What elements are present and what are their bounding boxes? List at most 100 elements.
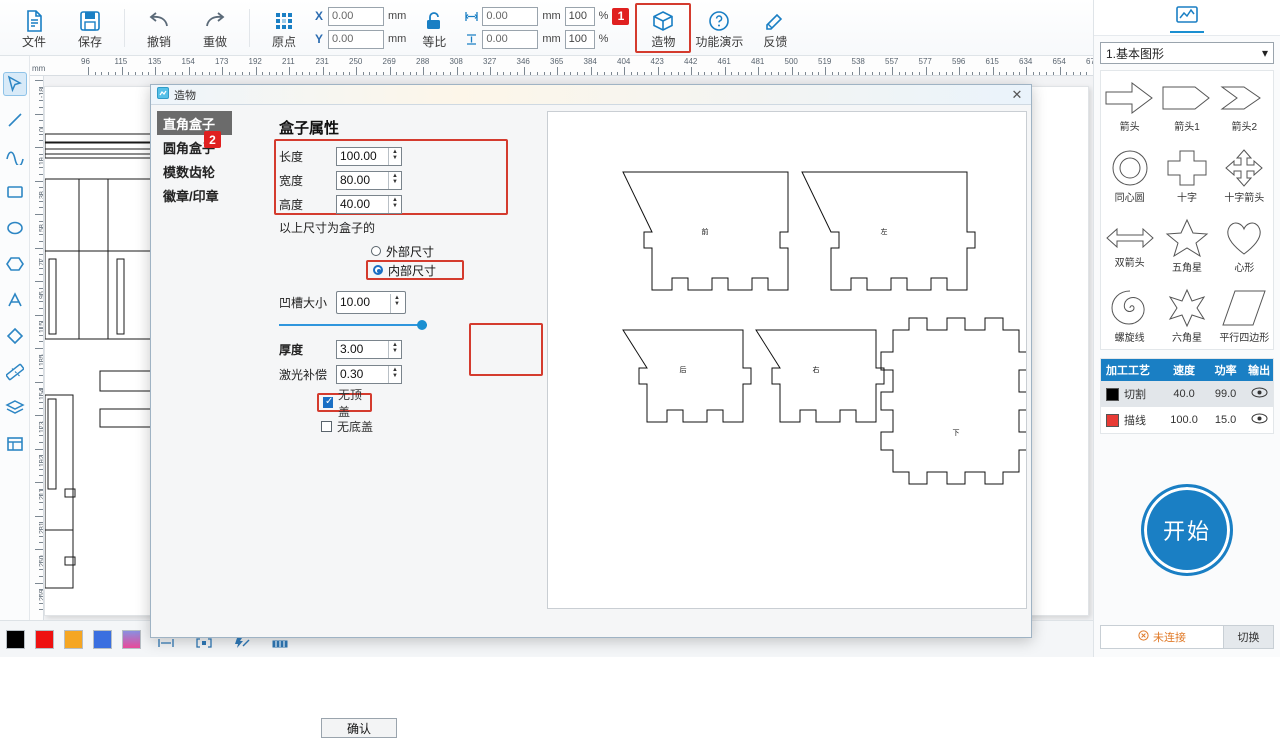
select-tool[interactable] xyxy=(3,72,27,96)
layer-color-chip[interactable] xyxy=(1106,388,1119,401)
save-button[interactable]: 保存 xyxy=(62,3,118,53)
color-swatch[interactable] xyxy=(64,630,83,649)
tab-modulus-gear[interactable]: 模数齿轮 xyxy=(157,159,232,183)
ellipse-tool[interactable] xyxy=(3,216,27,240)
slider-knob[interactable] xyxy=(417,320,427,330)
outer-dimension-option[interactable]: 外部尺寸 xyxy=(241,242,541,260)
layer-power-cell[interactable]: 99.0 xyxy=(1206,388,1246,400)
switch-device-button[interactable]: 切换 xyxy=(1223,626,1273,648)
no-top-cover-option[interactable]: 无顶盖 xyxy=(317,393,372,412)
demo-button[interactable]: 功能演示 xyxy=(691,3,747,53)
curve-tool[interactable] xyxy=(3,144,27,168)
frame-tool[interactable] xyxy=(3,432,27,456)
layer-power-cell[interactable]: 15.0 xyxy=(1206,414,1246,426)
shape-item-four-way-arrow[interactable]: 十字箭头 xyxy=(1216,141,1273,211)
layer-speed-cell[interactable]: 40.0 xyxy=(1162,388,1205,400)
shape-item-star5[interactable]: 五角星 xyxy=(1158,211,1215,281)
layers-tool[interactable] xyxy=(3,396,27,420)
library-tab[interactable] xyxy=(1170,3,1204,33)
color-swatch[interactable] xyxy=(35,630,54,649)
origin-button[interactable]: 原点 xyxy=(256,3,312,53)
height-input[interactable]: 0.00 xyxy=(482,30,538,49)
ruler-tick xyxy=(35,482,43,483)
origin-x-input[interactable]: 0.00 xyxy=(328,7,384,26)
tab-badge-stamp[interactable]: 徽章/印章 xyxy=(157,183,232,207)
notch-size-input[interactable]: 10.00 ▲▼ xyxy=(336,291,406,314)
color-swatch[interactable] xyxy=(122,630,141,649)
width-input[interactable]: 80.00 ▲▼ xyxy=(336,171,402,190)
scale-lock-button[interactable]: 等比 xyxy=(406,3,462,53)
length-stepper[interactable]: ▲▼ xyxy=(388,148,401,165)
align-width-icon[interactable] xyxy=(158,637,174,651)
shape-item-double-arrow[interactable]: 双箭头 xyxy=(1101,211,1158,281)
horizontal-ruler[interactable]: mm96115135154173192211231250269288308327… xyxy=(30,56,1093,76)
width-input[interactable]: 0.00 xyxy=(482,7,538,26)
length-input[interactable]: 100.00 ▲▼ xyxy=(336,147,402,166)
outer-dimension-radio[interactable] xyxy=(371,246,381,256)
layer-color-chip[interactable] xyxy=(1106,414,1119,427)
no-bottom-cover-option[interactable]: 无底盖 xyxy=(241,418,541,435)
measure-tool[interactable] xyxy=(3,360,27,384)
shape-grid[interactable]: 箭头 箭头1 箭头2 同心圆 十字 十字箭头 双箭头 五角星 xyxy=(1100,70,1274,350)
layer-speed-cell[interactable]: 100.0 xyxy=(1162,414,1205,426)
ruler-tick xyxy=(39,442,43,443)
notch-size-slider[interactable] xyxy=(279,319,427,331)
no-top-cover-checkbox[interactable] xyxy=(323,397,333,408)
kerf-input[interactable]: 0.30 ▲▼ xyxy=(336,365,402,384)
layer-row[interactable]: 描线 100.0 15.0 xyxy=(1101,407,1273,433)
thickness-input[interactable]: 3.00 ▲▼ xyxy=(336,340,402,359)
create-object-button[interactable]: 造物 xyxy=(635,3,691,53)
width-stepper[interactable]: ▲▼ xyxy=(388,172,401,189)
grid-icon[interactable] xyxy=(272,637,288,651)
undo-button[interactable]: 撤销 xyxy=(131,3,187,53)
redo-label: 重做 xyxy=(203,36,227,48)
feedback-button[interactable]: 反馈 xyxy=(747,3,803,53)
origin-y-input[interactable]: 0.00 xyxy=(328,30,384,49)
shape-item-arrow1[interactable]: 箭头1 xyxy=(1158,71,1215,141)
shape-item-arrow2[interactable]: 箭头2 xyxy=(1216,71,1273,141)
no-bottom-cover-checkbox[interactable] xyxy=(321,421,332,432)
preview-part-label: 右 xyxy=(813,365,820,374)
thickness-stepper[interactable]: ▲▼ xyxy=(388,341,401,358)
bracket-icon[interactable] xyxy=(196,637,212,651)
inner-dimension-radio[interactable] xyxy=(373,265,383,275)
shape-tool[interactable] xyxy=(3,324,27,348)
save-label: 保存 xyxy=(78,36,102,48)
width-percent-input[interactable]: 100 xyxy=(565,7,595,26)
confirm-button[interactable]: 确认 xyxy=(321,718,397,738)
shape-item-star6[interactable]: 六角星 xyxy=(1158,281,1215,350)
polygon-tool[interactable] xyxy=(3,252,27,276)
text-tool[interactable] xyxy=(3,288,27,312)
color-swatch[interactable] xyxy=(93,630,112,649)
shape-item-concentric-circle[interactable]: 同心圆 xyxy=(1101,141,1158,211)
eye-icon[interactable] xyxy=(1245,413,1273,427)
eye-icon[interactable] xyxy=(1245,387,1273,401)
start-button[interactable]: 开始 xyxy=(1141,484,1233,576)
color-swatch[interactable] xyxy=(6,630,25,649)
shape-item-heart[interactable]: 心形 xyxy=(1216,211,1273,281)
rectangle-tool[interactable] xyxy=(3,180,27,204)
shape-item-spiral[interactable]: 螺旋线 xyxy=(1101,281,1158,350)
shape-category-select[interactable]: 1.基本图形 ▾ xyxy=(1100,42,1274,64)
switch-label: 切换 xyxy=(1238,629,1260,645)
height-percent-input[interactable]: 100 xyxy=(565,30,595,49)
shape-item-arrow[interactable]: 箭头 xyxy=(1101,71,1158,141)
height-stepper[interactable]: ▲▼ xyxy=(388,196,401,213)
kerf-stepper[interactable]: ▲▼ xyxy=(388,366,401,383)
redo-button[interactable]: 重做 xyxy=(187,3,243,53)
flash-icon[interactable] xyxy=(234,637,250,652)
ruler-tick xyxy=(39,308,43,309)
layer-row[interactable]: 切割 40.0 99.0 xyxy=(1101,381,1273,407)
vertical-ruler[interactable]: -180193858779611513515417319221123125026… xyxy=(30,76,44,620)
shape-item-cross[interactable]: 十字 xyxy=(1158,141,1215,211)
ruler-tick xyxy=(39,241,43,242)
notch-size-stepper[interactable]: ▲▼ xyxy=(390,294,403,313)
height-input[interactable]: 40.00 ▲▼ xyxy=(336,195,402,214)
close-icon[interactable]: ✕ xyxy=(1009,87,1025,103)
line-tool[interactable] xyxy=(3,108,27,132)
file-button[interactable]: 文件 xyxy=(6,3,62,53)
ruler-tick-label: 269 xyxy=(383,57,396,66)
box-preview[interactable]: 前 左 后 右 下 xyxy=(547,111,1027,609)
shape-item-parallelogram[interactable]: 平行四边形 xyxy=(1216,281,1273,350)
inner-dimension-option[interactable]: 内部尺寸 xyxy=(366,260,464,280)
